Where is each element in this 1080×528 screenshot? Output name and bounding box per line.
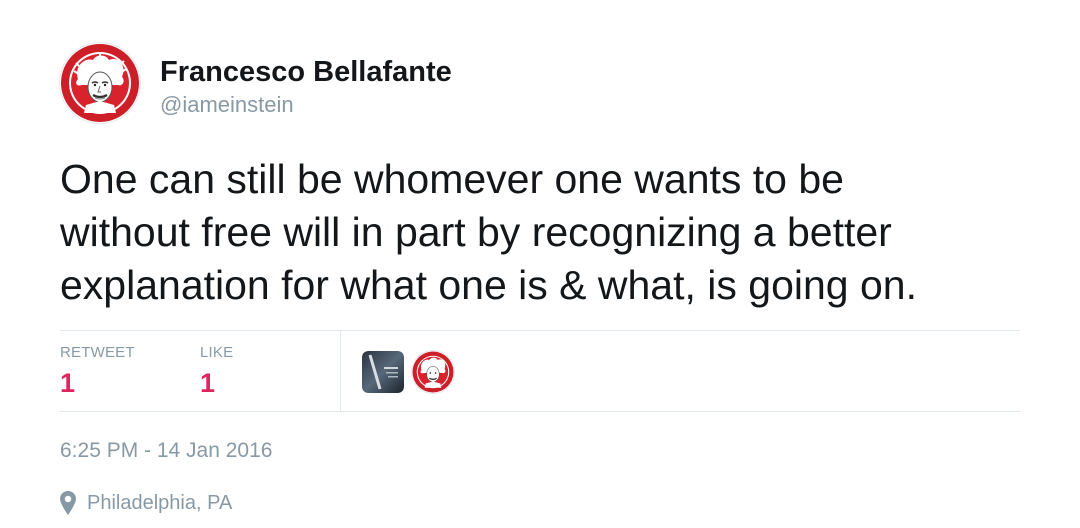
tweet-card: Francesco Bellafante @iameinstein One ca… <box>0 0 1080 528</box>
tweet-text-line: One can still be whomever one wants to b… <box>60 156 844 202</box>
author-avatar[interactable] <box>60 43 140 123</box>
author-handle[interactable]: @iameinstein <box>160 92 294 118</box>
stats-top-divider <box>60 330 1020 331</box>
like-stat[interactable]: LIKE 1 <box>200 344 233 399</box>
like-label: LIKE <box>200 344 234 361</box>
like-count: 1 <box>200 368 216 398</box>
tweet-text: One can still be whomever one wants to b… <box>60 153 1020 312</box>
map-pin-icon <box>60 491 76 515</box>
einstein-avatar-icon <box>61 44 139 122</box>
author-display-name[interactable]: Francesco Bellafante <box>160 55 452 89</box>
tweet-timestamp[interactable]: 6:25 PM - 14 Jan 2016 <box>60 439 272 463</box>
retweet-count: 1 <box>60 368 76 398</box>
dark-poster-avatar-icon <box>362 351 404 393</box>
likers-avatars <box>362 351 454 393</box>
retweet-stat[interactable]: RETWEET 1 <box>60 344 135 399</box>
liker-avatar[interactable] <box>412 351 454 393</box>
retweet-label: RETWEET <box>60 344 135 361</box>
tweet-location[interactable]: Philadelphia, PA <box>60 491 232 515</box>
location-text: Philadelphia, PA <box>87 492 233 514</box>
tweet-text-line: explanation for what one is & what, is g… <box>60 262 917 308</box>
liker-avatar[interactable] <box>362 351 404 393</box>
tweet-text-line: without free will in part by recognizing… <box>60 209 892 255</box>
stats-vertical-divider <box>340 331 341 411</box>
einstein-avatar-icon <box>412 351 454 393</box>
stats-bottom-divider <box>60 411 1020 412</box>
